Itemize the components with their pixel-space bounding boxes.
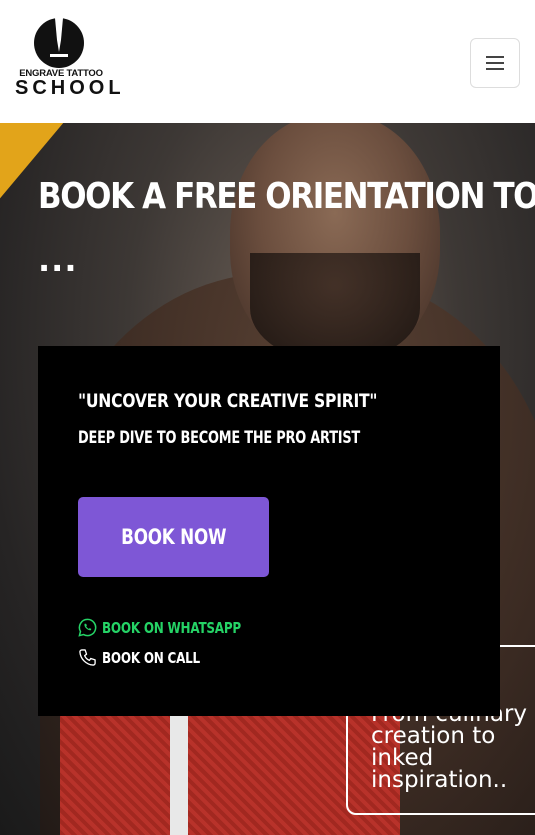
logo-subtitle: SCHOOL	[15, 77, 125, 99]
signboard-text: From culinary creation to inked inspirat…	[371, 703, 527, 793]
logo[interactable]: ENGRAVE TATTOO SCHOOL	[15, 18, 121, 99]
call-label: BOOK ON CALL	[102, 648, 200, 667]
card-subheading: DEEP DIVE TO BECOME THE PRO ARTIST	[78, 428, 361, 448]
card-quote: "UNCOVER YOUR CREATIVE SPIRIT"	[78, 390, 378, 412]
whatsapp-icon	[78, 618, 97, 637]
whatsapp-label: BOOK ON WHATSAPP	[102, 618, 241, 637]
book-now-label: BOOK NOW	[120, 525, 227, 549]
booking-card: "UNCOVER YOUR CREATIVE SPIRIT" DEEP DIVE…	[38, 346, 500, 716]
book-on-whatsapp-link[interactable]: BOOK ON WHATSAPP	[78, 618, 276, 637]
hamburger-menu-icon	[486, 56, 504, 70]
tattoo-needle-logo-icon	[34, 18, 84, 68]
hero-title: BOOK A FREE ORIENTATION TODAY	[38, 176, 535, 217]
menu-button[interactable]	[470, 38, 520, 88]
site-header: ENGRAVE TATTOO SCHOOL	[0, 0, 535, 123]
book-now-button[interactable]: BOOK NOW	[78, 497, 269, 577]
hero-ellipsis: ...	[38, 241, 78, 279]
book-on-call-link[interactable]: BOOK ON CALL	[78, 648, 224, 667]
phone-icon	[79, 649, 96, 666]
